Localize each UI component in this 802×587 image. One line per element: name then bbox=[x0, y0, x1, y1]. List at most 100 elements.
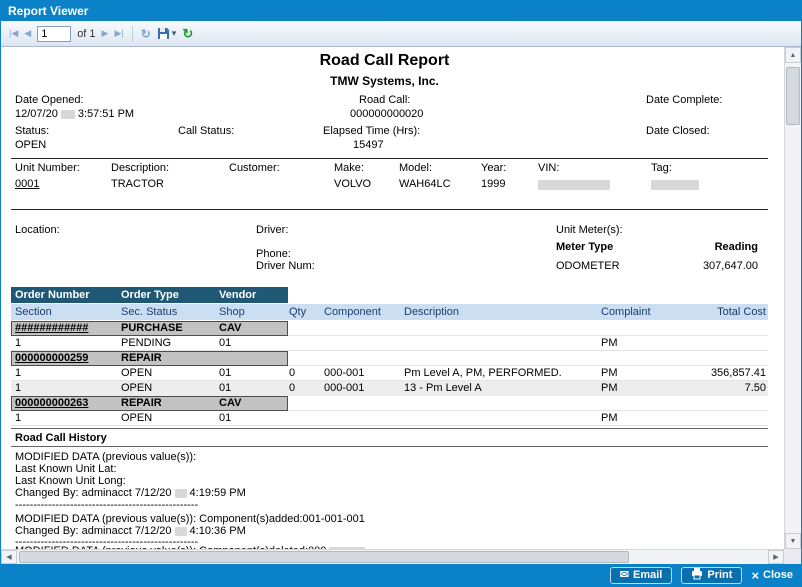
section-cell: 1 bbox=[15, 411, 21, 426]
complaint-cell: PM bbox=[601, 336, 618, 351]
order-number-link[interactable]: ############ bbox=[15, 321, 88, 336]
order-type: PURCHASE bbox=[121, 321, 183, 336]
first-page-button[interactable]: |◀ bbox=[9, 28, 18, 39]
print-button[interactable]: Print bbox=[681, 567, 742, 584]
year-label: Year: bbox=[481, 162, 506, 174]
order-number-link[interactable]: 000000000263 bbox=[15, 396, 88, 411]
meter-type-value: ODOMETER bbox=[556, 260, 620, 272]
floppy-disk-icon bbox=[157, 27, 170, 40]
report-title: Road Call Report bbox=[1, 52, 768, 70]
prev-page-button[interactable]: ◀ bbox=[24, 28, 31, 39]
date-opened-value: 12/07/203:57:51 PM bbox=[15, 108, 134, 120]
refresh-icon[interactable]: ↻ bbox=[141, 27, 151, 41]
make-label: Make: bbox=[334, 162, 364, 174]
order-vendor: CAV bbox=[219, 396, 241, 411]
reading-value: 307,647.00 bbox=[651, 260, 758, 272]
report-company: TMW Systems, Inc. bbox=[1, 74, 768, 88]
history-line: MODIFIED DATA (previous value(s)): Compo… bbox=[15, 513, 365, 525]
changed-by-suffix: 4:19:59 PM bbox=[190, 487, 246, 499]
section-row: 1 OPEN 01 0 000-001 13 - Pm Level A PM 7… bbox=[11, 381, 768, 396]
scroll-right-button[interactable]: ▶ bbox=[768, 550, 784, 564]
description-value: TRACTOR bbox=[111, 178, 164, 190]
vertical-scroll-thumb[interactable] bbox=[786, 67, 800, 125]
history-section-header: Road Call History bbox=[11, 428, 768, 447]
component-cell: 000-001 bbox=[324, 381, 364, 396]
vertical-scrollbar[interactable]: ▲ ▼ bbox=[784, 47, 801, 549]
section-cell: 1 bbox=[15, 381, 21, 396]
section-cell: 1 bbox=[15, 336, 21, 351]
status-value: OPEN bbox=[15, 139, 46, 151]
redacted-vin bbox=[538, 180, 610, 190]
order-number-column: Order Number bbox=[15, 287, 90, 303]
scroll-left-button[interactable]: ◀ bbox=[1, 550, 17, 564]
orders-subheader: Section Sec. Status Shop Qty Component D… bbox=[11, 304, 768, 320]
titlebar: Report Viewer bbox=[1, 1, 801, 21]
section-row: 1 PENDING 01 PM bbox=[11, 336, 768, 351]
report-content-area: Road Call Report TMW Systems, Inc. Date … bbox=[1, 47, 801, 564]
history-title: Road Call History bbox=[15, 432, 107, 444]
component-column: Component bbox=[324, 304, 381, 320]
elapsed-time-value: 15497 bbox=[353, 139, 384, 151]
redacted-tag bbox=[651, 180, 699, 190]
driver-label: Driver: bbox=[256, 224, 288, 236]
order-group-row: ############ PURCHASE CAV bbox=[11, 321, 768, 336]
complaint-column: Complaint bbox=[601, 304, 651, 320]
shop-cell: 01 bbox=[219, 411, 231, 426]
horizontal-scroll-thumb[interactable] bbox=[19, 551, 629, 563]
date-opened-label: Date Opened: bbox=[15, 94, 84, 106]
component-cell: 000-001 bbox=[324, 366, 364, 381]
report-page: Road Call Report TMW Systems, Inc. Date … bbox=[1, 47, 784, 564]
page-number-input[interactable] bbox=[37, 26, 71, 42]
total-cost-column: Total Cost bbox=[717, 304, 766, 320]
driver-num-label: Driver Num: bbox=[256, 260, 315, 272]
model-value: WAH64LC bbox=[399, 178, 451, 190]
printer-icon bbox=[691, 568, 703, 583]
elapsed-time-label: Elapsed Time (Hrs): bbox=[323, 125, 420, 137]
print-button-label: Print bbox=[707, 569, 732, 581]
status-cell: OPEN bbox=[121, 366, 152, 381]
scroll-up-button[interactable]: ▲ bbox=[785, 47, 801, 63]
unit-number-label: Unit Number: bbox=[15, 162, 80, 174]
order-type-column: Order Type bbox=[121, 287, 179, 303]
close-icon: × bbox=[751, 569, 759, 582]
history-line: Last Known Unit Long: bbox=[15, 475, 126, 487]
next-page-button[interactable]: ▶ bbox=[102, 28, 109, 39]
status-cell: OPEN bbox=[121, 381, 152, 396]
footer-bar: ✉ Email Print × Close bbox=[1, 564, 801, 586]
scrollbar-corner bbox=[784, 549, 801, 564]
order-type: REPAIR bbox=[121, 351, 162, 366]
complaint-cell: PM bbox=[601, 366, 618, 381]
status-label: Status: bbox=[15, 125, 49, 137]
status-cell: OPEN bbox=[121, 411, 152, 426]
make-value: VOLVO bbox=[334, 178, 371, 190]
description-label: Description: bbox=[111, 162, 169, 174]
history-changed-by: Changed By: adminacct 7/12/20 4:19:59 PM bbox=[15, 487, 246, 499]
qty-cell: 0 bbox=[289, 366, 295, 381]
save-export-button[interactable]: ▾ bbox=[157, 27, 177, 40]
section-cell: 1 bbox=[15, 366, 21, 381]
history-line: MODIFIED DATA (previous value(s)): bbox=[15, 451, 196, 463]
unit-number-link[interactable]: 0001 bbox=[15, 178, 39, 190]
unit-meters-label: Unit Meter(s): bbox=[556, 224, 623, 236]
description-cell: Pm Level A, PM, PERFORMED. bbox=[404, 366, 562, 381]
date-opened-suffix: 3:57:51 PM bbox=[78, 108, 134, 120]
vendor-column: Vendor bbox=[219, 287, 256, 303]
refresh-report-button[interactable]: ↻ bbox=[182, 26, 193, 42]
export-dropdown-arrow-icon: ▾ bbox=[172, 28, 177, 39]
history-divider: ----------------------------------------… bbox=[15, 499, 198, 511]
email-button-label: Email bbox=[633, 569, 662, 581]
email-button[interactable]: ✉ Email bbox=[610, 567, 673, 584]
close-button[interactable]: × Close bbox=[751, 569, 793, 582]
horizontal-scrollbar[interactable]: ◀ ▶ bbox=[1, 549, 784, 564]
scroll-down-button[interactable]: ▼ bbox=[785, 533, 801, 549]
last-page-button[interactable]: ▶| bbox=[114, 28, 123, 39]
qty-column: Qty bbox=[289, 304, 306, 320]
meter-type-header: Meter Type bbox=[556, 241, 613, 253]
redacted-text bbox=[175, 527, 187, 536]
shop-cell: 01 bbox=[219, 336, 231, 351]
shop-cell: 01 bbox=[219, 366, 231, 381]
order-number-link[interactable]: 000000000259 bbox=[15, 351, 88, 366]
changed-by-prefix: Changed By: adminacct 7/12/20 bbox=[15, 487, 172, 499]
report-viewer-window: Report Viewer |◀ ◀ of 1 ▶ ▶| ↻ ▾ ↻ Road … bbox=[0, 0, 802, 587]
location-label: Location: bbox=[15, 224, 60, 236]
